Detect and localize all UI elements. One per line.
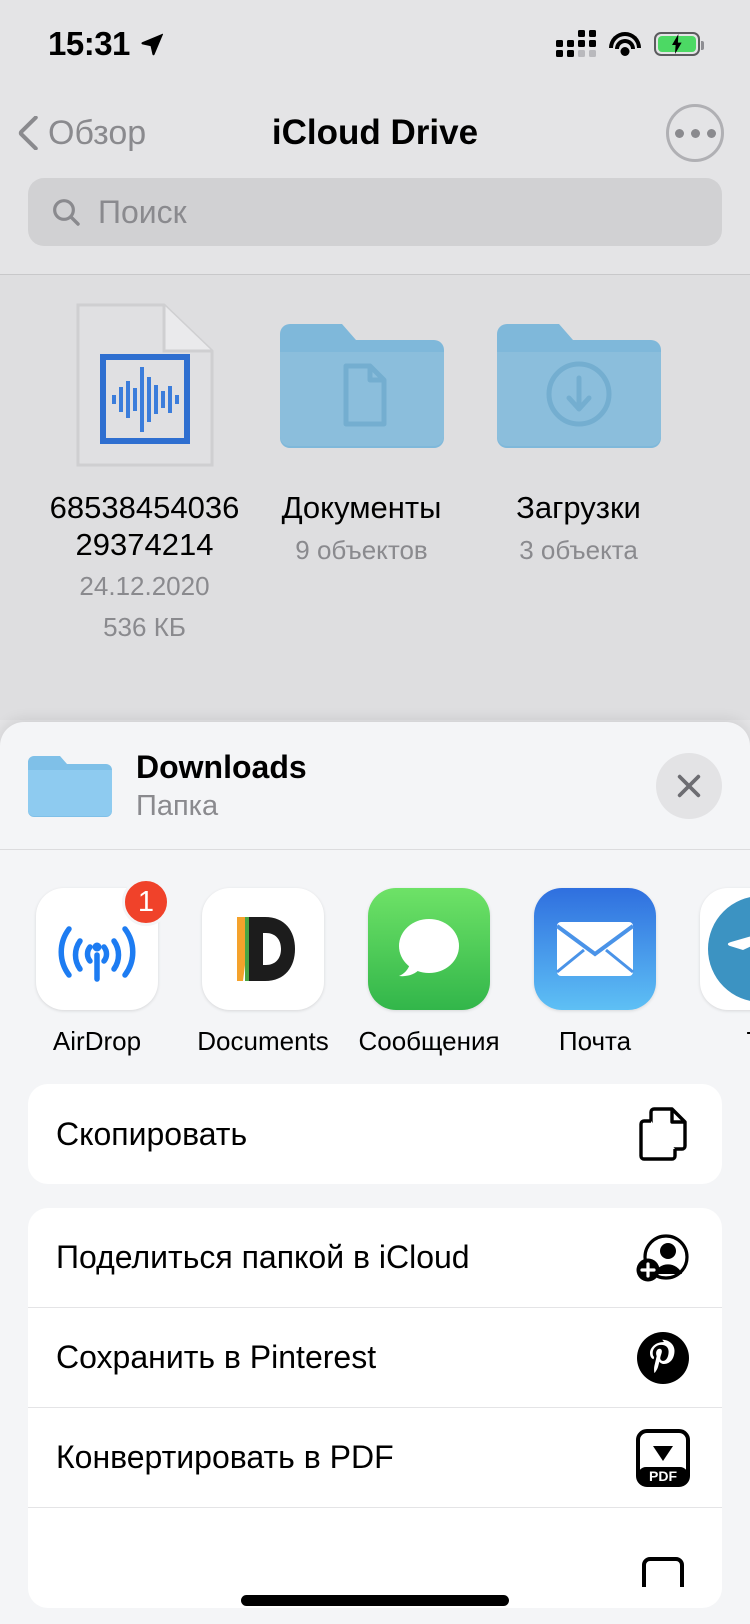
action-label: Сохранить в Pinterest xyxy=(56,1339,377,1375)
status-bar-left: 15:31 xyxy=(48,25,165,63)
ellipsis-dot xyxy=(690,128,700,138)
share-app-airdrop[interactable]: 1 AirDrop xyxy=(32,878,170,1057)
audio-file-icon xyxy=(57,297,232,472)
back-button[interactable]: Обзор xyxy=(0,114,146,153)
navigation-bar: Обзор iCloud Drive xyxy=(0,88,750,178)
search-container: Поиск xyxy=(0,178,750,274)
share-app-messages[interactable]: Сообщения xyxy=(358,888,500,1057)
action-next-partial[interactable] xyxy=(28,1508,722,1608)
share-action-card-secondary: Поделиться папкой в iCloud Сохранить в P… xyxy=(28,1208,722,1608)
share-app-label: AirDrop xyxy=(52,1026,142,1056)
messages-icon xyxy=(368,888,490,1010)
wifi-icon xyxy=(609,32,641,56)
telegram-icon xyxy=(700,888,750,1010)
chevron-left-icon xyxy=(18,116,38,150)
share-app-label: Почта xyxy=(558,1026,632,1056)
file-grid: 6853845403629374214 24.12.2020 536 КБ До… xyxy=(0,275,750,720)
share-app-documents[interactable]: Documents xyxy=(197,888,329,1057)
action-convert-pdf[interactable]: Конвертировать в PDF PDF xyxy=(28,1408,722,1508)
share-app-row[interactable]: 1 AirDrop Documents Сообщения Почта xyxy=(0,850,750,1084)
ellipsis-dot xyxy=(674,128,684,138)
file-name: 6853845403629374214 xyxy=(49,490,240,562)
battery-charging-icon xyxy=(654,32,704,56)
action-label: Скопировать xyxy=(56,1115,248,1152)
close-icon xyxy=(677,774,701,797)
folder-item-downloads[interactable]: Загрузки 3 объекта xyxy=(470,297,687,720)
add-person-icon xyxy=(632,1227,694,1289)
folder-icon xyxy=(28,755,112,817)
share-app-label: Documents xyxy=(197,1026,329,1056)
status-bar-clock: 15:31 xyxy=(48,25,130,62)
cellular-signal-icon xyxy=(556,30,596,57)
share-app-label: Сообщения xyxy=(358,1026,500,1056)
copy-icon xyxy=(632,1103,694,1165)
action-label: Поделиться папкой в iCloud xyxy=(56,1239,470,1275)
ellipsis-dot xyxy=(706,128,716,138)
convert-pdf-icon: PDF xyxy=(632,1427,694,1489)
search-placeholder: Поиск xyxy=(98,193,187,230)
action-copy[interactable]: Скопировать xyxy=(28,1084,722,1184)
lightning-bolt-icon xyxy=(672,34,682,54)
action-save-pinterest[interactable]: Сохранить в Pinterest xyxy=(28,1308,722,1408)
mail-icon xyxy=(534,888,656,1010)
close-button[interactable] xyxy=(656,752,722,819)
action-label: Конвертировать в PDF xyxy=(56,1439,394,1475)
folder-item-count: 9 объектов xyxy=(295,534,428,565)
share-sheet: Downloads Папка 1 AirDrop Documents Сооб… xyxy=(0,722,750,1624)
location-arrow-icon xyxy=(141,33,163,56)
airdrop-badge: 1 xyxy=(122,878,170,926)
folder-item-count: 3 объекта xyxy=(519,534,638,565)
folder-name: Загрузки xyxy=(516,490,641,525)
share-sheet-item-info: Downloads Папка xyxy=(136,749,656,823)
share-app-telegram[interactable]: Те xyxy=(696,888,750,1057)
partial-action-icon xyxy=(632,1527,694,1589)
folder-item-documents[interactable]: Документы 9 объектов xyxy=(253,297,470,720)
share-actions: Скопировать Поделиться папкой в iCloud С… xyxy=(0,1084,750,1608)
status-bar-right xyxy=(556,30,704,57)
file-item-audio[interactable]: 6853845403629374214 24.12.2020 536 КБ xyxy=(36,297,253,720)
share-item-title: Downloads xyxy=(136,748,307,785)
home-indicator xyxy=(241,1595,509,1606)
status-bar: 15:31 xyxy=(0,0,750,88)
action-share-icloud-folder[interactable]: Поделиться папкой в iCloud xyxy=(28,1208,722,1308)
pinterest-icon xyxy=(632,1327,694,1389)
folder-document-icon xyxy=(274,297,449,472)
share-action-card-primary: Скопировать xyxy=(28,1084,722,1184)
share-app-label: Те xyxy=(747,1026,750,1057)
documents-app-icon xyxy=(202,888,324,1010)
search-input[interactable]: Поиск xyxy=(28,178,722,246)
folder-download-icon xyxy=(491,297,666,472)
more-options-button[interactable] xyxy=(666,104,724,162)
share-item-subtitle: Папка xyxy=(136,789,219,822)
file-size: 536 КБ xyxy=(103,612,186,643)
file-date: 24.12.2020 xyxy=(79,571,210,602)
share-app-mail[interactable]: Почта xyxy=(530,888,660,1057)
iphone-screen: 15:31 Обзор iCloud Drive Поиск 685384540… xyxy=(0,0,750,1624)
back-button-label: Обзор xyxy=(48,113,147,152)
search-icon xyxy=(53,199,80,226)
svg-text:PDF: PDF xyxy=(649,1468,677,1484)
share-sheet-header: Downloads Папка xyxy=(0,722,750,850)
folder-name: Документы xyxy=(281,490,442,525)
